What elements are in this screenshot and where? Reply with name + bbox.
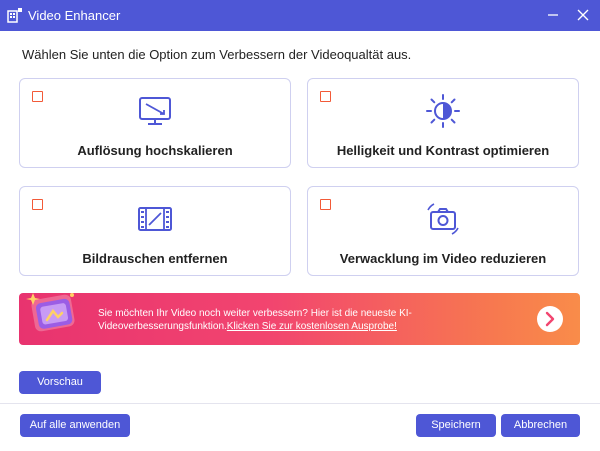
camera-stabilize-icon [427, 203, 459, 235]
brightness-icon [426, 94, 460, 128]
remove-noise-checkbox[interactable] [32, 199, 43, 210]
instruction-text: Wählen Sie unten die Option zum Verbesse… [22, 47, 412, 62]
option-card-reduce-shake[interactable]: Verwacklung im Video reduzieren [307, 186, 579, 276]
preview-button[interactable]: Vorschau [19, 371, 101, 394]
apply-to-all-button[interactable]: Auf alle anwenden [20, 414, 130, 437]
banner-message: Sie möchten Ihr Video noch weiter verbes… [98, 307, 478, 333]
app-logo-icon [7, 8, 22, 23]
brightness-contrast-checkbox[interactable] [320, 91, 331, 102]
ai-video-illustration-icon [26, 293, 75, 332]
chevron-right-icon[interactable] [537, 306, 563, 332]
footer-divider [0, 403, 600, 404]
option-label: Bildrauschen entfernen [82, 251, 228, 266]
close-icon[interactable] [572, 4, 594, 26]
upscale-resolution-checkbox[interactable] [32, 91, 43, 102]
option-label: Helligkeit und Kontrast optimieren [336, 143, 550, 158]
option-label: Verwacklung im Video reduzieren [339, 251, 547, 266]
save-button[interactable]: Speichern [416, 414, 496, 437]
option-card-brightness-contrast[interactable]: Helligkeit und Kontrast optimieren [307, 78, 579, 168]
reduce-shake-checkbox[interactable] [320, 199, 331, 210]
video-enhancer-window: Video Enhancer Wählen Sie unten die Opti… [0, 0, 600, 451]
window-title: Video Enhancer [28, 8, 121, 23]
film-icon [138, 207, 172, 231]
minimize-icon[interactable] [542, 4, 564, 26]
option-card-remove-noise[interactable]: Bildrauschen entfernen [19, 186, 291, 276]
option-card-upscale-resolution[interactable]: Auflösung hochskalieren [19, 78, 291, 168]
option-label: Auflösung hochskalieren [77, 143, 233, 158]
free-trial-link[interactable]: Klicken Sie zur kostenlosen Ausprobe! [227, 321, 397, 332]
monitor-icon [139, 97, 171, 125]
cancel-button[interactable]: Abbrechen [501, 414, 580, 437]
title-bar: Video Enhancer [0, 0, 600, 31]
ai-promo-banner[interactable]: Sie möchten Ihr Video noch weiter verbes… [19, 293, 580, 345]
